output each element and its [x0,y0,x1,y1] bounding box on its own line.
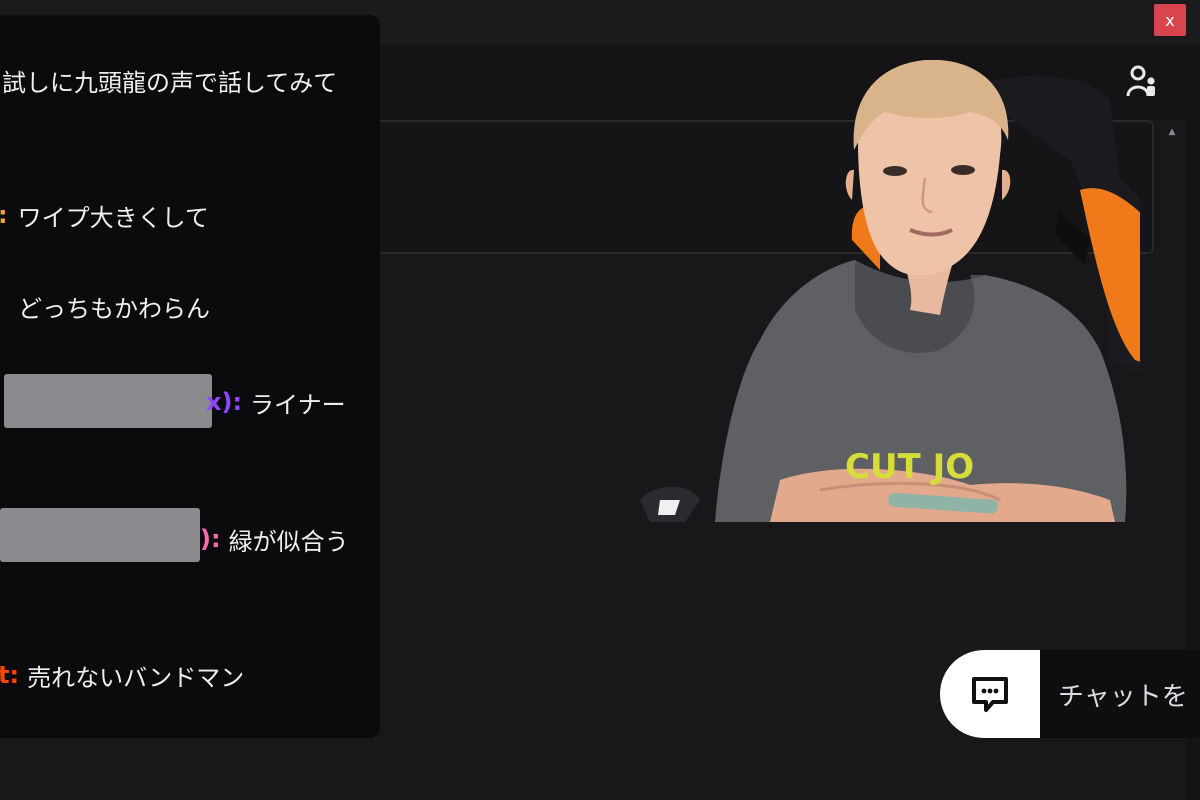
redacted-username [4,374,212,428]
chat-overlay: 試しに九頭龍の声で話してみて : ワイプ大きくして どっちもかわらん x): ラ… [0,15,380,738]
chat-button-label: チャットを [1058,681,1188,712]
chat-message: x): ライナー [206,384,380,420]
chat-username: ): [200,525,221,553]
chat-label-area: チャットを [1040,650,1200,738]
chat-message-text: 緑が似合う [228,527,349,556]
chat-message-text: どっちもかわらん [18,294,210,323]
stream-window: x ▲ 試しに九頭龍の声で話してみて : ワイプ大きくして どっちもかわらん x… [0,0,1200,800]
close-icon: x [1165,10,1175,30]
chat-message: t: 売れないバンドマン [0,657,378,693]
chat-username: x): [206,388,243,416]
chat-message-text: ライナー [250,390,346,419]
webcam-overlay: CUT JO [640,60,1140,522]
chat-message: 試しに九頭龍の声で話してみて [0,62,374,98]
close-button[interactable]: x [1154,4,1186,36]
shirt-print: CUT JO [845,447,974,487]
scroll-up-button[interactable]: ▲ [1166,126,1178,138]
chat-message-text: 試しに九頭龍の声で話してみて [2,68,338,97]
redacted-username [0,508,200,562]
chat-message: どっちもかわらん [10,288,380,324]
chat-message-text: ワイプ大きくして [17,203,209,232]
chat-username: : [0,201,8,229]
chat-bubble-icon [972,677,1008,712]
chat-message: : ワイプ大きくして [0,197,378,233]
chat-icon-area [940,650,1040,738]
chat-message: ): 緑が似合う [200,521,380,557]
chat-message-text: 売れないバンドマン [27,663,245,692]
chat-username: t: [0,661,20,689]
open-chat-button[interactable]: チャットを [940,650,1200,738]
scroll-up-icon: ▲ [1168,127,1176,137]
